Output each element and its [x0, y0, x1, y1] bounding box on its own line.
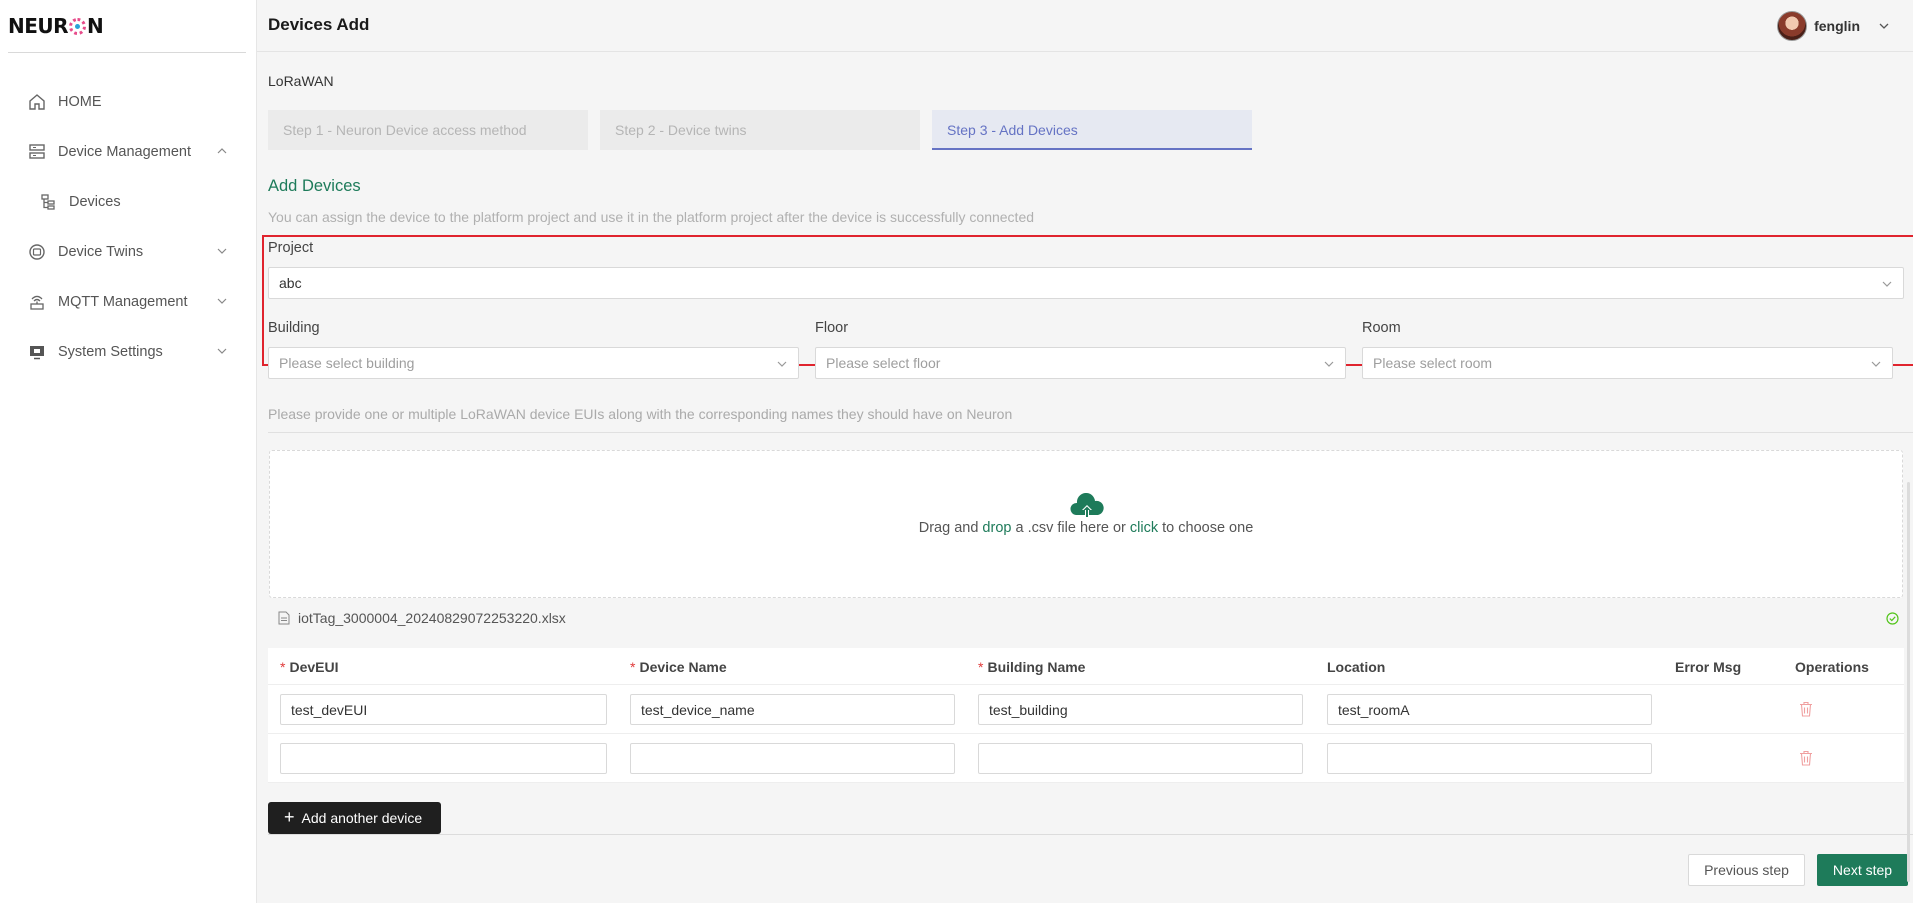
- chevron-down-icon: [217, 248, 227, 254]
- chevron-down-icon: [1882, 281, 1892, 287]
- deveui-input[interactable]: [280, 694, 607, 725]
- step-3[interactable]: Step 3 - Add Devices: [932, 110, 1252, 150]
- location-input[interactable]: [1327, 743, 1652, 774]
- building-label: Building: [268, 320, 320, 336]
- plus-icon: +: [284, 806, 295, 827]
- room-select[interactable]: Please select room: [1362, 347, 1893, 379]
- building-select[interactable]: Please select building: [268, 347, 799, 379]
- add-device-label: Add another device: [301, 810, 423, 826]
- next-step-button[interactable]: Next step: [1817, 854, 1908, 886]
- device-name-input[interactable]: [630, 743, 955, 774]
- location-input[interactable]: [1327, 694, 1652, 725]
- sidebar-item-device-twins[interactable]: Device Twins: [0, 227, 256, 277]
- twin-icon: [27, 242, 47, 262]
- sidebar-item-label: HOME: [58, 94, 102, 110]
- sidebar: NEUR N HOME Device Management Devices De…: [0, 0, 257, 903]
- divider: [268, 432, 1913, 433]
- floor-select-placeholder: Please select floor: [826, 355, 941, 371]
- table-row: [268, 685, 1904, 734]
- protocol-label: LoRaWAN: [268, 73, 334, 89]
- chevron-down-icon: [777, 361, 787, 367]
- chevron-up-icon: [217, 148, 227, 154]
- chevron-down-icon: [1324, 361, 1334, 367]
- devices-table: * DevEUI * Device Name * Building Name Loca…: [268, 648, 1904, 783]
- sidebar-item-label: Devices: [69, 194, 121, 210]
- column-operations: Operations: [1795, 659, 1869, 675]
- floor-select[interactable]: Please select floor: [815, 347, 1346, 379]
- user-name: fenglin: [1814, 18, 1860, 34]
- section-description: You can assign the device to the platfor…: [268, 209, 1035, 225]
- floor-label: Floor: [815, 320, 849, 336]
- column-device-name: * Device Name: [630, 659, 727, 675]
- sidebar-item-device-management[interactable]: Device Management: [0, 127, 256, 177]
- table-row: [268, 734, 1904, 783]
- section-title: Add Devices: [268, 177, 361, 195]
- project-select[interactable]: abc: [268, 267, 1904, 299]
- step-1[interactable]: Step 1 - Neuron Device access method: [268, 110, 588, 150]
- device-name-input[interactable]: [630, 694, 955, 725]
- broadcast-icon: [27, 292, 47, 312]
- sidebar-item-home[interactable]: HOME: [0, 77, 256, 127]
- uploaded-file[interactable]: iotTag_3000004_20240829072253220.xlsx: [278, 610, 566, 626]
- column-deveui: * DevEUI: [280, 659, 339, 675]
- user-menu[interactable]: fenglin: [1777, 11, 1890, 41]
- previous-step-button[interactable]: Previous step: [1688, 854, 1805, 886]
- chevron-down-icon: [217, 348, 227, 354]
- table-header: * DevEUI * Device Name * Building Name Loca…: [268, 648, 1904, 685]
- sidebar-item-label: MQTT Management: [58, 294, 188, 310]
- sidebar-item-devices[interactable]: Devices: [0, 177, 256, 227]
- file-name: iotTag_3000004_20240829072253220.xlsx: [298, 610, 566, 626]
- project-select-value: abc: [279, 275, 302, 291]
- building-name-input[interactable]: [978, 743, 1303, 774]
- sidebar-item-mqtt-management[interactable]: MQTT Management: [0, 277, 256, 327]
- add-device-button[interactable]: + Add another device: [268, 802, 441, 834]
- server-icon: [27, 142, 47, 162]
- delete-icon[interactable]: [1799, 701, 1813, 717]
- check-circle-icon: [1886, 612, 1899, 625]
- logo-text: NEUR N: [8, 14, 104, 38]
- device-eui-hint: Please provide one or multiple LoRaWAN d…: [268, 406, 1013, 422]
- click-link[interactable]: click: [1130, 520, 1158, 536]
- sidebar-item-label: Device Management: [58, 144, 191, 160]
- logo-gear-icon: [69, 18, 87, 35]
- csv-dropzone[interactable]: Drag and drop a .csv file here or click …: [269, 450, 1903, 598]
- cloud-upload-icon: [1070, 493, 1104, 518]
- column-location: Location: [1327, 659, 1386, 675]
- building-name-input[interactable]: [978, 694, 1303, 725]
- column-building-name: * Building Name: [978, 659, 1086, 675]
- scrollbar[interactable]: [1907, 482, 1910, 882]
- step-2[interactable]: Step 2 - Device twins: [600, 110, 920, 150]
- header: Devices Add fenglin: [257, 0, 1913, 52]
- room-label: Room: [1362, 320, 1401, 336]
- sidebar-nav: HOME Device Management Devices Device Tw…: [0, 77, 256, 377]
- sidebar-item-label: Device Twins: [58, 244, 144, 260]
- deveui-input[interactable]: [280, 743, 607, 774]
- drop-link: drop: [982, 520, 1012, 536]
- avatar: [1777, 11, 1808, 41]
- home-icon: [27, 92, 47, 112]
- chevron-down-icon: [1879, 23, 1889, 29]
- column-error-msg: Error Msg: [1675, 659, 1742, 675]
- divider: [268, 834, 1913, 835]
- building-select-placeholder: Please select building: [279, 355, 415, 371]
- sidebar-item-system-settings[interactable]: System Settings: [0, 327, 256, 377]
- chevron-down-icon: [1871, 361, 1881, 367]
- device-tree-icon: [38, 192, 58, 212]
- dropzone-text: Drag and drop a .csv file here or click …: [918, 520, 1254, 536]
- monitor-icon: [27, 342, 47, 362]
- project-label: Project: [268, 240, 314, 256]
- page-title: Devices Add: [268, 15, 370, 34]
- delete-icon[interactable]: [1799, 750, 1813, 766]
- file-icon: [278, 611, 290, 625]
- sidebar-item-label: System Settings: [58, 344, 163, 360]
- chevron-down-icon: [217, 298, 227, 304]
- room-select-placeholder: Please select room: [1373, 355, 1493, 371]
- logo[interactable]: NEUR N: [8, 0, 246, 53]
